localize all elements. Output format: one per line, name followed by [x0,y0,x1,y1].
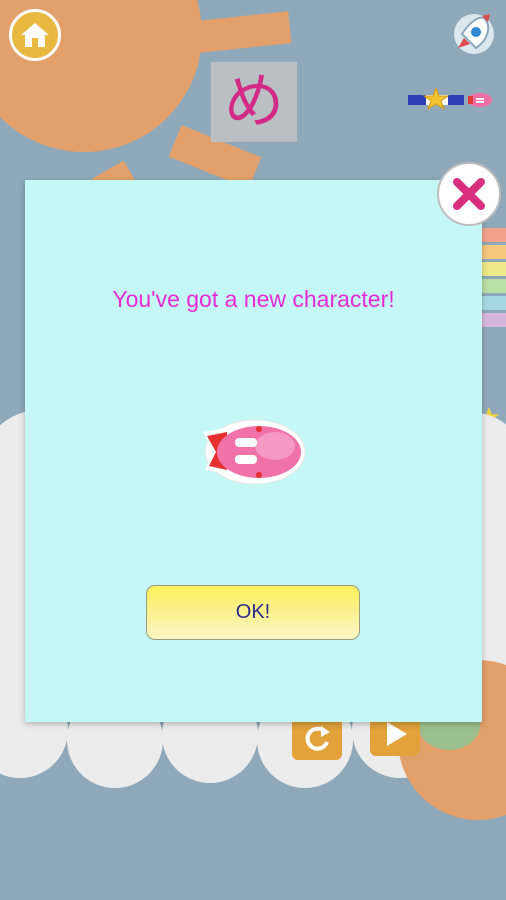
new-character-image [203,419,306,485]
hiragana-character: め [224,67,284,137]
game-screen: め You've got a new character! OK! [0,0,506,900]
new-character-dialog: You've got a new character! OK! [25,180,482,722]
background-stripe [482,296,506,310]
hiragana-card: め [211,62,297,142]
background-stripe [482,262,506,276]
background-stripe [482,313,506,327]
retry-icon [305,726,330,751]
background-stripe [482,279,506,293]
background-stripe [482,245,506,259]
background-sun-ray [196,11,292,53]
home-button[interactable] [9,9,61,61]
background-stripe [482,228,506,242]
character-progress [408,88,492,110]
dialog-message: You've got a new character! [112,286,395,312]
ok-button[interactable]: OK! [146,585,360,640]
ok-button-label: OK! [235,601,271,623]
rocket-button[interactable] [448,8,500,60]
retry-button[interactable] [292,716,342,760]
home-icon [21,23,49,47]
close-x-icon [453,178,485,210]
close-dialog-button[interactable] [437,162,501,226]
play-icon [387,722,407,746]
